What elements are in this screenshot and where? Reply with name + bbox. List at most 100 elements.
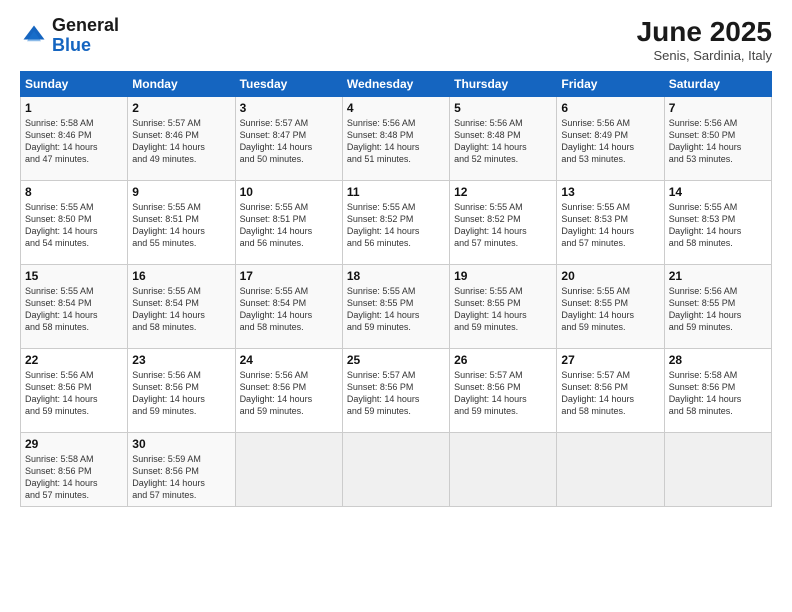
day-number: 20 [561, 269, 659, 283]
day-info: Sunrise: 5:55 AM Sunset: 8:53 PM Dayligh… [561, 201, 659, 250]
day-number: 29 [25, 437, 123, 451]
header-tuesday: Tuesday [235, 72, 342, 97]
calendar-table: Sunday Monday Tuesday Wednesday Thursday… [20, 71, 772, 507]
table-row: 18 Sunrise: 5:55 AM Sunset: 8:55 PM Dayli… [342, 265, 449, 349]
day-number: 23 [132, 353, 230, 367]
day-number: 8 [25, 185, 123, 199]
day-header-row: Sunday Monday Tuesday Wednesday Thursday… [21, 72, 772, 97]
table-row [342, 433, 449, 507]
day-number: 22 [25, 353, 123, 367]
table-row: 11 Sunrise: 5:55 AM Sunset: 8:52 PM Dayli… [342, 181, 449, 265]
logo-blue-text: Blue [52, 35, 91, 55]
day-info: Sunrise: 5:56 AM Sunset: 8:48 PM Dayligh… [454, 117, 552, 166]
table-row: 29 Sunrise: 5:58 AM Sunset: 8:56 PM Dayli… [21, 433, 128, 507]
header-sunday: Sunday [21, 72, 128, 97]
day-info: Sunrise: 5:55 AM Sunset: 8:55 PM Dayligh… [561, 285, 659, 334]
table-row: 20 Sunrise: 5:55 AM Sunset: 8:55 PM Dayli… [557, 265, 664, 349]
table-row: 26 Sunrise: 5:57 AM Sunset: 8:56 PM Dayli… [450, 349, 557, 433]
header-saturday: Saturday [664, 72, 771, 97]
day-number: 3 [240, 101, 338, 115]
day-info: Sunrise: 5:56 AM Sunset: 8:49 PM Dayligh… [561, 117, 659, 166]
header-wednesday: Wednesday [342, 72, 449, 97]
table-row [557, 433, 664, 507]
table-row: 17 Sunrise: 5:55 AM Sunset: 8:54 PM Dayli… [235, 265, 342, 349]
day-info: Sunrise: 5:55 AM Sunset: 8:54 PM Dayligh… [240, 285, 338, 334]
table-row: 23 Sunrise: 5:56 AM Sunset: 8:56 PM Dayli… [128, 349, 235, 433]
header-thursday: Thursday [450, 72, 557, 97]
table-row [664, 433, 771, 507]
day-info: Sunrise: 5:57 AM Sunset: 8:46 PM Dayligh… [132, 117, 230, 166]
day-number: 2 [132, 101, 230, 115]
day-info: Sunrise: 5:59 AM Sunset: 8:56 PM Dayligh… [132, 453, 230, 502]
day-number: 25 [347, 353, 445, 367]
day-info: Sunrise: 5:55 AM Sunset: 8:51 PM Dayligh… [240, 201, 338, 250]
day-info: Sunrise: 5:55 AM Sunset: 8:55 PM Dayligh… [347, 285, 445, 334]
logo-general-text: General [52, 15, 119, 35]
table-row: 21 Sunrise: 5:56 AM Sunset: 8:55 PM Dayli… [664, 265, 771, 349]
logo: General Blue [20, 16, 119, 56]
table-row: 7 Sunrise: 5:56 AM Sunset: 8:50 PM Daylig… [664, 97, 771, 181]
table-row: 1Sunrise: 5:58 AM Sunset: 8:46 PM Daylig… [21, 97, 128, 181]
day-number: 7 [669, 101, 767, 115]
table-row: 22 Sunrise: 5:56 AM Sunset: 8:56 PM Dayli… [21, 349, 128, 433]
day-number: 24 [240, 353, 338, 367]
day-info: Sunrise: 5:55 AM Sunset: 8:53 PM Dayligh… [669, 201, 767, 250]
day-number: 9 [132, 185, 230, 199]
table-row: 16 Sunrise: 5:55 AM Sunset: 8:54 PM Dayli… [128, 265, 235, 349]
table-row: 12 Sunrise: 5:55 AM Sunset: 8:52 PM Dayli… [450, 181, 557, 265]
day-number: 18 [347, 269, 445, 283]
day-number: 27 [561, 353, 659, 367]
day-info: Sunrise: 5:55 AM Sunset: 8:54 PM Dayligh… [25, 285, 123, 334]
day-number: 19 [454, 269, 552, 283]
day-info: Sunrise: 5:55 AM Sunset: 8:52 PM Dayligh… [347, 201, 445, 250]
day-info: Sunrise: 5:56 AM Sunset: 8:56 PM Dayligh… [132, 369, 230, 418]
day-info: Sunrise: 5:55 AM Sunset: 8:51 PM Dayligh… [132, 201, 230, 250]
table-row: 15 Sunrise: 5:55 AM Sunset: 8:54 PM Dayli… [21, 265, 128, 349]
table-row: 6 Sunrise: 5:56 AM Sunset: 8:49 PM Daylig… [557, 97, 664, 181]
table-row: 24 Sunrise: 5:56 AM Sunset: 8:56 PM Dayli… [235, 349, 342, 433]
table-row: 10 Sunrise: 5:55 AM Sunset: 8:51 PM Dayli… [235, 181, 342, 265]
table-row: 4 Sunrise: 5:56 AM Sunset: 8:48 PM Daylig… [342, 97, 449, 181]
table-row: 2 Sunrise: 5:57 AM Sunset: 8:46 PM Daylig… [128, 97, 235, 181]
day-number: 4 [347, 101, 445, 115]
table-row: 30Sunrise: 5:59 AM Sunset: 8:56 PM Dayli… [128, 433, 235, 507]
day-info: Sunrise: 5:58 AM Sunset: 8:46 PM Dayligh… [25, 117, 123, 166]
table-row [450, 433, 557, 507]
day-info: Sunrise: 5:57 AM Sunset: 8:47 PM Dayligh… [240, 117, 338, 166]
day-number: 16 [132, 269, 230, 283]
day-number: 12 [454, 185, 552, 199]
day-number: 17 [240, 269, 338, 283]
day-info: Sunrise: 5:56 AM Sunset: 8:48 PM Dayligh… [347, 117, 445, 166]
day-info: Sunrise: 5:58 AM Sunset: 8:56 PM Dayligh… [25, 453, 123, 502]
day-info: Sunrise: 5:55 AM Sunset: 8:54 PM Dayligh… [132, 285, 230, 334]
header: General Blue June 2025 Senis, Sardinia, … [20, 16, 772, 63]
day-number: 15 [25, 269, 123, 283]
day-number: 6 [561, 101, 659, 115]
day-info: Sunrise: 5:55 AM Sunset: 8:52 PM Dayligh… [454, 201, 552, 250]
day-number: 21 [669, 269, 767, 283]
day-info: Sunrise: 5:56 AM Sunset: 8:56 PM Dayligh… [25, 369, 123, 418]
table-row: 25 Sunrise: 5:57 AM Sunset: 8:56 PM Dayli… [342, 349, 449, 433]
day-info: Sunrise: 5:56 AM Sunset: 8:56 PM Dayligh… [240, 369, 338, 418]
day-number: 10 [240, 185, 338, 199]
table-row: 8Sunrise: 5:55 AM Sunset: 8:50 PM Daylig… [21, 181, 128, 265]
day-info: Sunrise: 5:56 AM Sunset: 8:50 PM Dayligh… [669, 117, 767, 166]
day-info: Sunrise: 5:56 AM Sunset: 8:55 PM Dayligh… [669, 285, 767, 334]
day-number: 14 [669, 185, 767, 199]
header-monday: Monday [128, 72, 235, 97]
day-info: Sunrise: 5:58 AM Sunset: 8:56 PM Dayligh… [669, 369, 767, 418]
table-row: 13 Sunrise: 5:55 AM Sunset: 8:53 PM Dayli… [557, 181, 664, 265]
day-number: 26 [454, 353, 552, 367]
table-row [235, 433, 342, 507]
day-number: 11 [347, 185, 445, 199]
day-number: 13 [561, 185, 659, 199]
day-info: Sunrise: 5:57 AM Sunset: 8:56 PM Dayligh… [347, 369, 445, 418]
table-row: 28Sunrise: 5:58 AM Sunset: 8:56 PM Dayli… [664, 349, 771, 433]
day-info: Sunrise: 5:57 AM Sunset: 8:56 PM Dayligh… [454, 369, 552, 418]
day-number: 5 [454, 101, 552, 115]
table-row: 27Sunrise: 5:57 AM Sunset: 8:56 PM Dayli… [557, 349, 664, 433]
table-row: 9 Sunrise: 5:55 AM Sunset: 8:51 PM Daylig… [128, 181, 235, 265]
table-row: 19 Sunrise: 5:55 AM Sunset: 8:55 PM Dayli… [450, 265, 557, 349]
day-info: Sunrise: 5:55 AM Sunset: 8:55 PM Dayligh… [454, 285, 552, 334]
table-row: 5 Sunrise: 5:56 AM Sunset: 8:48 PM Daylig… [450, 97, 557, 181]
